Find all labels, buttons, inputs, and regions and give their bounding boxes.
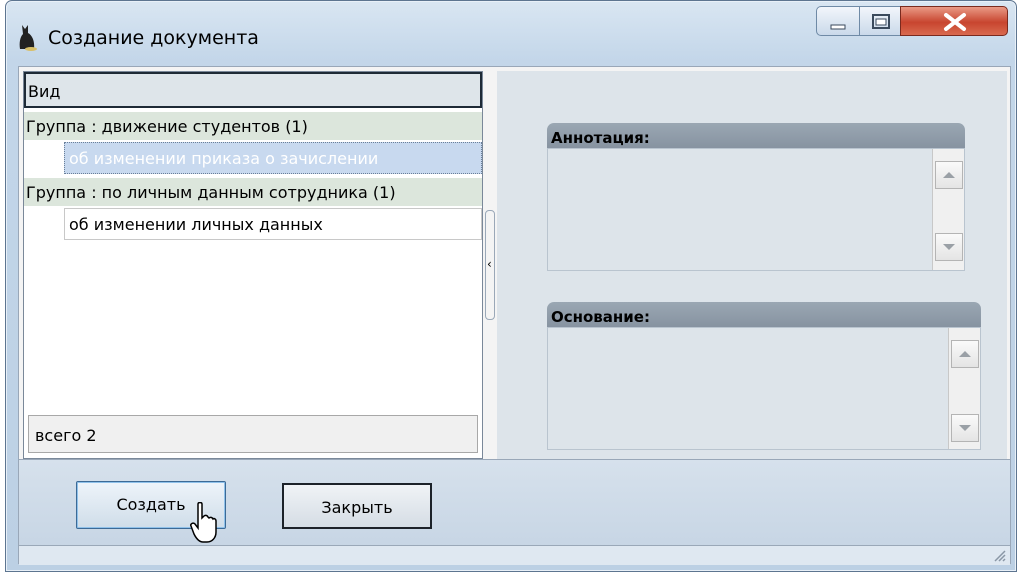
group-row[interactable]: Группа : по личным данным сотрудника (1) <box>24 178 482 206</box>
basis-scrollbar[interactable] <box>948 328 980 449</box>
annotation-field[interactable] <box>547 148 965 271</box>
list-item[interactable]: об изменении приказа о зачислении <box>64 142 482 174</box>
arrow-down-icon <box>943 244 955 250</box>
arrow-up-icon <box>959 351 971 357</box>
arrow-up-icon <box>943 172 955 178</box>
list-item[interactable]: об изменении личных данных <box>64 208 482 240</box>
window-title: Создание документа <box>48 27 259 49</box>
chevron-left-icon: ‹ <box>487 257 492 271</box>
mouse-pointer-icon <box>190 502 217 543</box>
minimize-button[interactable] <box>816 6 860 36</box>
scroll-up-button[interactable] <box>951 340 979 368</box>
arrow-down-icon <box>959 425 971 431</box>
basis-label: Основание: <box>547 302 981 328</box>
app-window: Создание документа Вид Группа : движение… <box>5 0 1017 572</box>
close-window-button[interactable] <box>900 6 1008 36</box>
close-icon <box>944 13 966 31</box>
button-bar: Создать Закрыть <box>19 459 1010 565</box>
annotation-scrollbar[interactable] <box>932 149 964 270</box>
scroll-up-button[interactable] <box>935 161 963 189</box>
maximize-icon <box>872 14 890 29</box>
annotation-label: Аннотация: <box>547 123 965 149</box>
document-type-list[interactable]: Вид Группа : движение студентов (1) об и… <box>23 71 483 459</box>
status-bar <box>19 545 1010 565</box>
details-panel: Аннотация: Основание: <box>497 71 1007 459</box>
list-header[interactable]: Вид <box>24 72 482 108</box>
basis-field[interactable] <box>547 327 981 450</box>
splitter-handle[interactable]: ‹ <box>485 210 495 320</box>
group-row[interactable]: Группа : движение студентов (1) <box>24 112 482 140</box>
resize-grip-icon[interactable] <box>992 548 1006 562</box>
client-area: Вид Группа : движение студентов (1) об и… <box>18 66 1011 565</box>
maximize-button[interactable] <box>859 6 901 36</box>
close-button[interactable]: Закрыть <box>282 483 432 529</box>
cat-silhouette-icon <box>19 25 37 51</box>
minimize-icon <box>830 24 846 30</box>
scroll-down-button[interactable] <box>951 414 979 442</box>
scroll-down-button[interactable] <box>935 233 963 261</box>
list-total: всего 2 <box>28 415 478 453</box>
title-bar[interactable]: Создание документа <box>6 1 1016 63</box>
